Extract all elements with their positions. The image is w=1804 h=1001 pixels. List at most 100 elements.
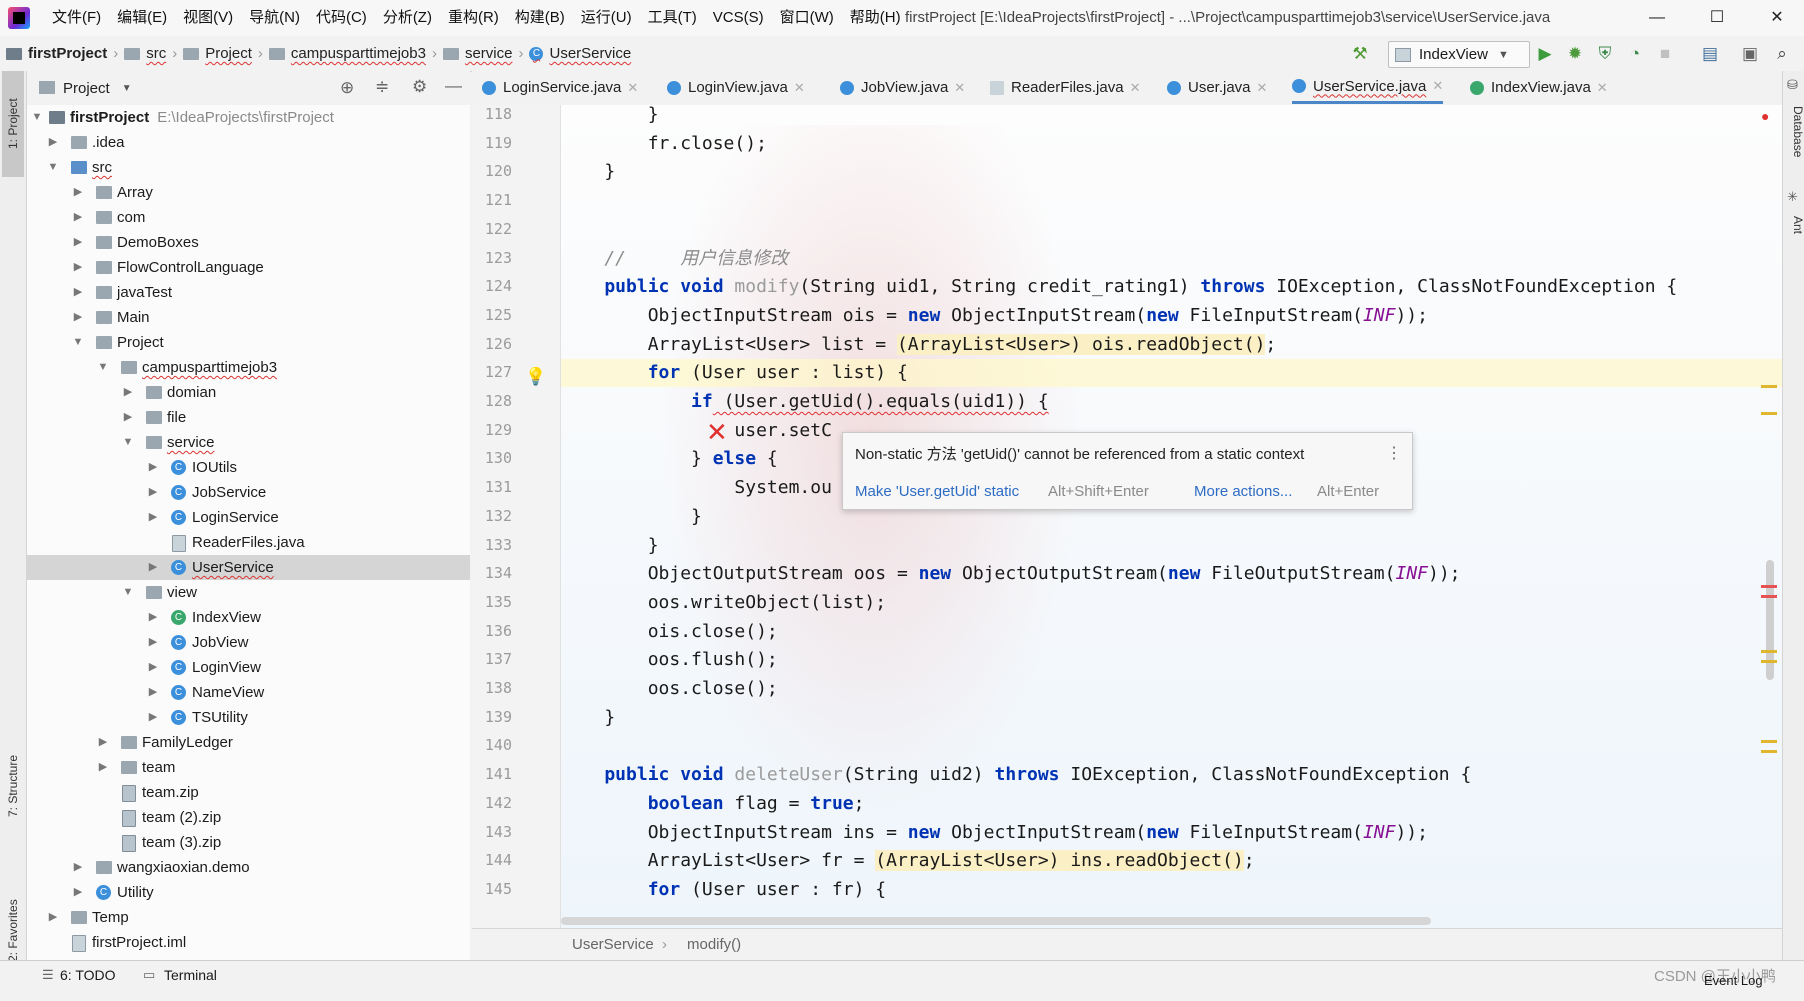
search-icon[interactable]: ⌕ [1772, 44, 1792, 64]
tab-loginservice[interactable]: LoginService.java ✕ [482, 71, 638, 104]
tree-node-utility[interactable]: ▶ C Utility [27, 880, 470, 905]
crumb-project-pkg[interactable]: Project [183, 45, 252, 62]
tab-readerfiles[interactable]: ReaderFiles.java ✕ [990, 71, 1140, 104]
tree-node-project[interactable]: ▼ Project [27, 330, 470, 355]
locate-icon[interactable]: ⊕ [340, 78, 354, 98]
lightbulb-icon[interactable]: 💡 [525, 367, 546, 387]
menu-navigate[interactable]: 导航(N) [241, 0, 308, 36]
tree-node-userservice[interactable]: ▶ C UserService [27, 555, 470, 580]
crumb-userservice[interactable]: C UserService [529, 45, 631, 62]
tree-node-com[interactable]: ▶ com [27, 205, 470, 230]
close-icon[interactable]: ✕ [1597, 80, 1608, 96]
tree-node-team[interactable]: ▶ team [27, 755, 470, 780]
error-marker[interactable] [1761, 585, 1777, 588]
close-icon[interactable]: ✕ [954, 80, 965, 96]
tree-node-tsutility[interactable]: ▶ C TSUtility [27, 705, 470, 730]
tree-node-flowcontrollanguage[interactable]: ▶ FlowControlLanguage [27, 255, 470, 280]
menu-analyze[interactable]: 分析(Z) [375, 0, 440, 36]
stop-icon[interactable]: ■ [1655, 44, 1675, 64]
gear-icon[interactable]: ⚙ [412, 77, 427, 97]
tree-node-jobview[interactable]: ▶ C JobView [27, 630, 470, 655]
chevron-down-icon[interactable]: ▼ [122, 83, 132, 94]
close-icon[interactable]: ✕ [794, 80, 805, 96]
tool-tab-project[interactable]: 1: Project [2, 71, 24, 177]
error-marker[interactable] [1761, 595, 1777, 598]
tree-node-ioutils[interactable]: ▶ C IOUtils [27, 455, 470, 480]
todo-tab[interactable]: 6: TODO [60, 967, 116, 983]
menu-view[interactable]: 视图(V) [175, 0, 241, 36]
warning-marker[interactable] [1761, 740, 1777, 743]
tab-jobview[interactable]: JobView.java ✕ [840, 71, 965, 104]
menu-refactor[interactable]: 重构(R) [440, 0, 507, 36]
code-editor[interactable]: } fr.close(); } // 用户信息修改 public void mo… [561, 105, 1782, 928]
tree-node-wangxiaoxian-demo[interactable]: ▶ wangxiaoxian.demo [27, 855, 470, 880]
breadcrumb-method[interactable]: modify() [687, 936, 741, 953]
tree-node-team-3-zip[interactable]: team (3).zip [27, 830, 470, 855]
close-icon[interactable]: ✕ [627, 80, 638, 96]
tree-node-loginservice[interactable]: ▶ C LoginService [27, 505, 470, 530]
tree-node-view[interactable]: ▼ view [27, 580, 470, 605]
tree-node-familyledger[interactable]: ▶ FamilyLedger [27, 730, 470, 755]
tab-indexview[interactable]: IndexView.java ✕ [1470, 71, 1608, 104]
tree-node-team-zip[interactable]: team.zip [27, 780, 470, 805]
close-icon[interactable]: ✕ [1432, 78, 1443, 94]
profile-icon[interactable]: ◔ [1625, 44, 1645, 64]
project-panel-title[interactable]: Project [63, 80, 110, 97]
crumb-src[interactable]: src [124, 45, 166, 62]
collapse-all-icon[interactable]: ≑ [375, 77, 389, 97]
tab-loginview[interactable]: LoginView.java ✕ [667, 71, 805, 104]
tree-node-temp[interactable]: ▶ Temp [27, 905, 470, 930]
tree-node-team-2-zip[interactable]: team (2).zip [27, 805, 470, 830]
crumb-campusparttimejob3[interactable]: campusparttimejob3 [268, 45, 426, 62]
tree-node-array[interactable]: ▶ Array [27, 180, 470, 205]
hide-panel-icon[interactable]: — [445, 76, 462, 96]
terminal-tab[interactable]: Terminal [164, 967, 217, 983]
menu-build[interactable]: 构建(B) [507, 0, 573, 36]
crumb-service[interactable]: service [442, 45, 512, 62]
tree-node-domian[interactable]: ▶ domian [27, 380, 470, 405]
menu-run[interactable]: 运行(U) [573, 0, 640, 36]
tree-node-indexview[interactable]: ▶ C IndexView [27, 605, 470, 630]
maximize-button[interactable]: ☐ [1694, 0, 1740, 36]
project-structure-icon[interactable]: ▤ [1700, 44, 1720, 64]
tool-tab-ant[interactable]: Ant [1783, 209, 1804, 241]
menu-edit[interactable]: 编辑(E) [109, 0, 175, 36]
more-options-icon[interactable]: ⋮ [1386, 443, 1402, 463]
warning-marker[interactable] [1761, 660, 1777, 663]
tree-node-src[interactable]: ▼ src [27, 155, 470, 180]
tree-node-javatest[interactable]: ▶ javaTest [27, 280, 470, 305]
error-indicator-icon[interactable]: ● [1761, 108, 1769, 124]
tree-node-loginview[interactable]: ▶ C LoginView [27, 655, 470, 680]
menu-code[interactable]: 代码(C) [308, 0, 375, 36]
minimize-button[interactable]: — [1634, 0, 1680, 36]
crumb-project[interactable]: firstProject [6, 45, 107, 62]
tree-node-service[interactable]: ▼ service [27, 430, 470, 455]
tree-node-main[interactable]: ▶ Main [27, 305, 470, 330]
tree-node-idea[interactable]: ▶ .idea [27, 130, 470, 155]
quick-fix-link[interactable]: Make 'User.getUid' static [855, 483, 1019, 500]
warning-marker[interactable] [1761, 650, 1777, 653]
tree-node-campusparttimejob3[interactable]: ▼ campusparttimejob3 [27, 355, 470, 380]
build-hammer-icon[interactable]: ⚒ [1350, 44, 1370, 64]
breadcrumb-class[interactable]: UserService [572, 936, 654, 953]
tree-node-file[interactable]: ▶ file [27, 405, 470, 430]
tree-node-demoboxes[interactable]: ▶ DemoBoxes [27, 230, 470, 255]
warning-marker[interactable] [1761, 750, 1777, 753]
menu-window[interactable]: 窗口(W) [772, 0, 842, 36]
close-icon[interactable]: ✕ [1257, 80, 1268, 96]
tree-node-nameview[interactable]: ▶ C NameView [27, 680, 470, 705]
tree-node-jobservice[interactable]: ▶ C JobService [27, 480, 470, 505]
run-configuration-select[interactable]: IndexView ▼ [1388, 41, 1530, 68]
tool-tab-database[interactable]: Database [1783, 97, 1804, 167]
menu-help[interactable]: 帮助(H) [842, 0, 909, 36]
menu-vcs[interactable]: VCS(S) [705, 0, 772, 36]
tab-user[interactable]: User.java ✕ [1167, 71, 1267, 104]
horizontal-scrollbar[interactable] [561, 917, 1431, 925]
tool-tab-structure[interactable]: 7: Structure [2, 721, 24, 851]
more-actions-link[interactable]: More actions... [1194, 483, 1292, 500]
tree-node-readerfiles[interactable]: ReaderFiles.java [27, 530, 470, 555]
tab-userservice[interactable]: UserService.java ✕ [1292, 71, 1444, 104]
tree-node-firstproject[interactable]: ▼ firstProject E:\IdeaProjects\firstProjec… [27, 105, 470, 130]
debug-icon[interactable]: ✹ [1565, 44, 1585, 64]
tree-node-firstproject-iml[interactable]: firstProject.iml [27, 930, 470, 955]
